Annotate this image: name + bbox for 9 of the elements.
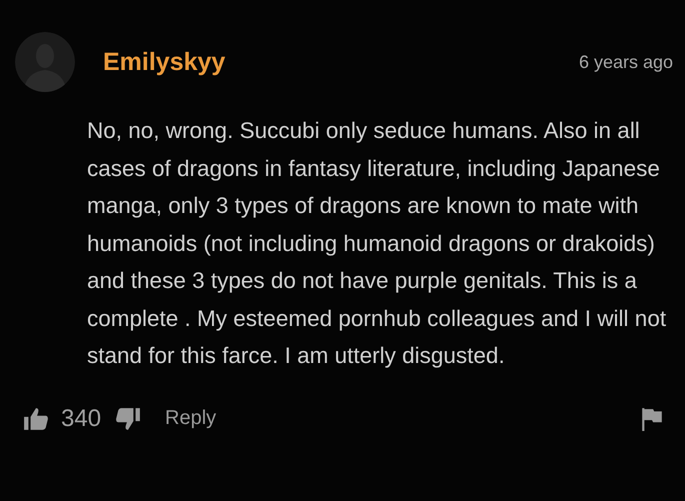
thumbs-down-icon[interactable] xyxy=(115,406,142,432)
author-name[interactable]: Emilyskyy xyxy=(103,48,226,76)
flag-icon[interactable] xyxy=(641,406,663,430)
comment-text: No, no, wrong. Succubi only seduce humans. Also in all cases of dragons in fantasy literature, including Japanese manga, only 3 types of dragons are known to mate with humanoids (not including humanoid dragons or drakoids) and these 3 types do not have purple genitals. This is a complete . My esteemed pornhub colleagues and I will not stand for this farce. I am utterly disgusted. xyxy=(87,117,668,370)
reply-button[interactable]: Reply xyxy=(165,407,216,430)
like-count: 340 xyxy=(61,404,102,432)
avatar-icon xyxy=(15,32,75,92)
thumbs-up-icon[interactable] xyxy=(23,406,49,432)
comment-time: 6 years ago xyxy=(578,52,673,72)
